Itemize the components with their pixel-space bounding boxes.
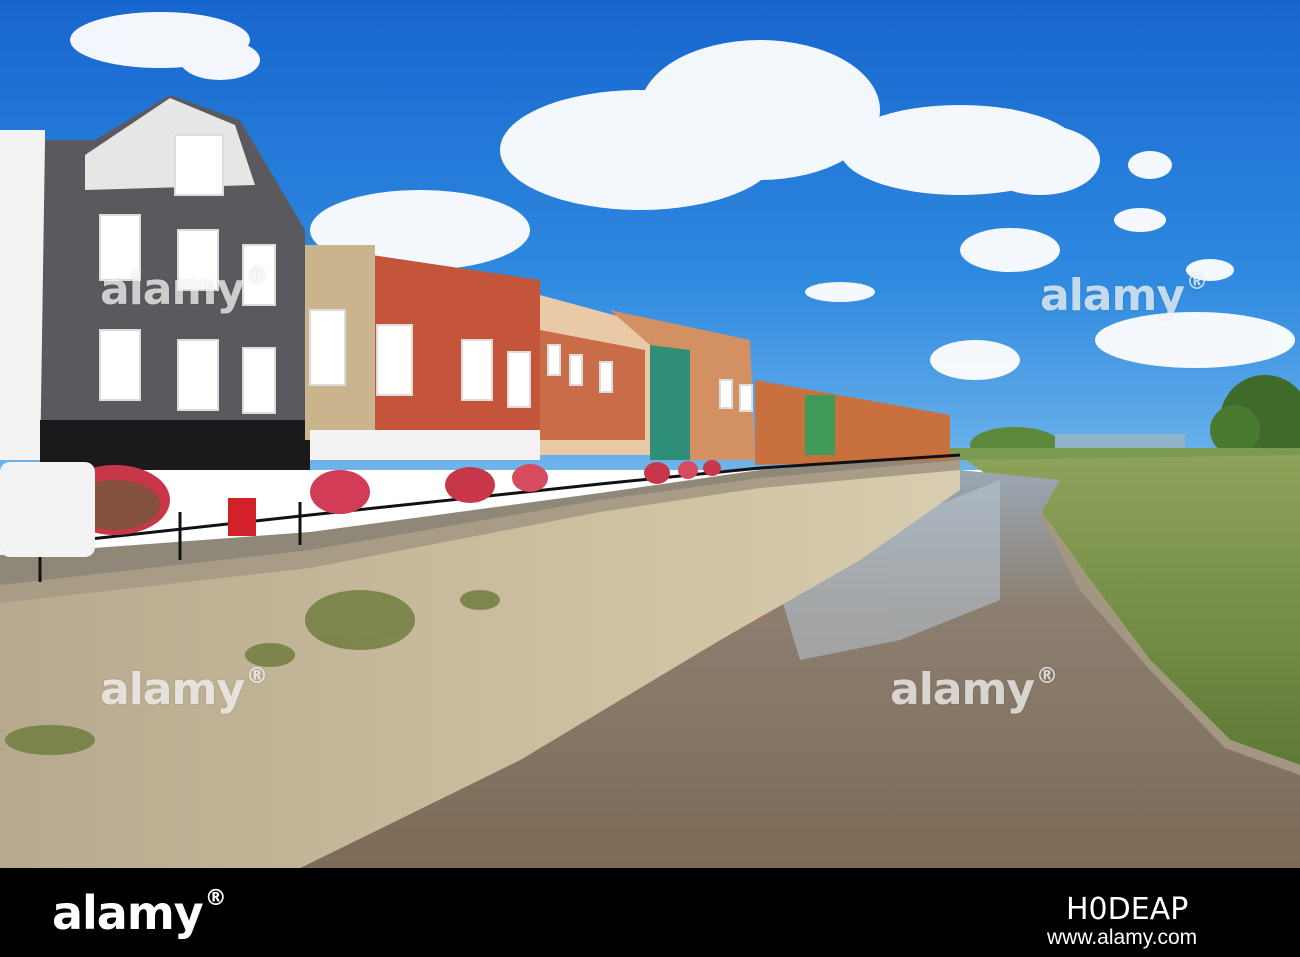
footer-bar: alamy® H0DEAP www.alamy.com bbox=[0, 868, 1300, 957]
photo bbox=[0, 0, 1300, 868]
watermark-top-right: alamy® bbox=[1040, 270, 1208, 321]
post-box bbox=[228, 498, 256, 536]
image-id: H0DEAP bbox=[1066, 892, 1189, 927]
watermark-bottom-right: alamy® bbox=[890, 664, 1058, 715]
footer-logo[interactable]: alamy® bbox=[52, 886, 227, 940]
watermark-bottom-left: alamy® bbox=[100, 664, 268, 715]
white-van bbox=[0, 462, 95, 557]
watermark-top-left: alamy® bbox=[100, 264, 268, 315]
site-url[interactable]: www.alamy.com bbox=[1047, 926, 1197, 950]
